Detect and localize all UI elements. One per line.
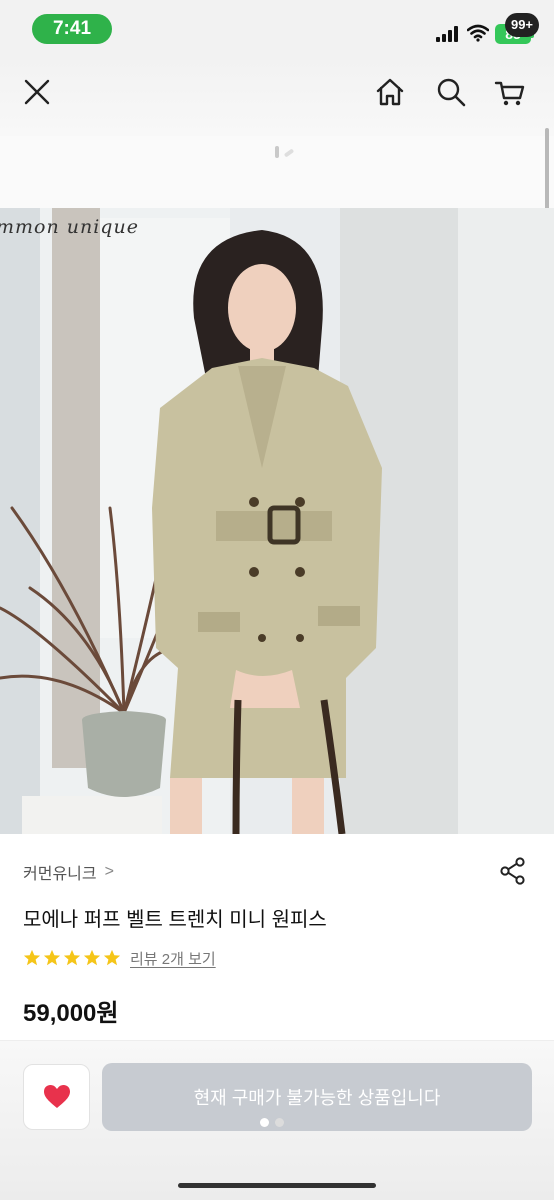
product-image[interactable]: mmon unique [0, 208, 554, 834]
cart-icon[interactable] [492, 74, 528, 110]
brand-name: 커먼유니크 [23, 866, 97, 883]
brand-watermark: mmon unique [0, 216, 139, 238]
purchase-button-disabled[interactable]: 현재 구매가 불가능한 상품입니다 [102, 1063, 532, 1131]
status-time: 7:41 [32, 14, 112, 44]
product-photo [0, 208, 554, 834]
rating-stars [23, 949, 121, 967]
product-price: 59,000원 [23, 1000, 119, 1027]
review-link[interactable]: 리뷰 2개 보기 [130, 948, 216, 969]
close-icon[interactable] [19, 74, 55, 110]
loading-area [0, 136, 554, 208]
search-icon[interactable] [433, 74, 469, 110]
product-title: 모에나 퍼프 벨트 트렌치 미니 원피스 [23, 909, 327, 931]
home-indicator[interactable] [178, 1183, 376, 1188]
heart-icon [43, 1085, 70, 1108]
star-icon [83, 949, 101, 966]
star-icon [23, 949, 41, 966]
top-nav [0, 58, 554, 136]
brand-link[interactable]: 커먼유니크 > [23, 860, 114, 884]
page-indicator [260, 1118, 284, 1127]
star-icon [43, 949, 61, 966]
status-bar: 7:41 85 [0, 0, 554, 58]
star-icon [63, 949, 81, 966]
cellular-signal-icon [436, 26, 458, 42]
rating-row: 리뷰 2개 보기 [23, 945, 216, 971]
star-icon [103, 949, 121, 966]
wishlist-button[interactable] [23, 1064, 90, 1130]
cart-count-badge: 99+ [505, 13, 539, 37]
home-icon[interactable] [372, 74, 408, 110]
chevron-right-icon: > [104, 863, 114, 880]
wifi-icon [467, 24, 489, 42]
share-icon[interactable] [498, 856, 528, 886]
loading-spinner-icon [275, 146, 294, 158]
